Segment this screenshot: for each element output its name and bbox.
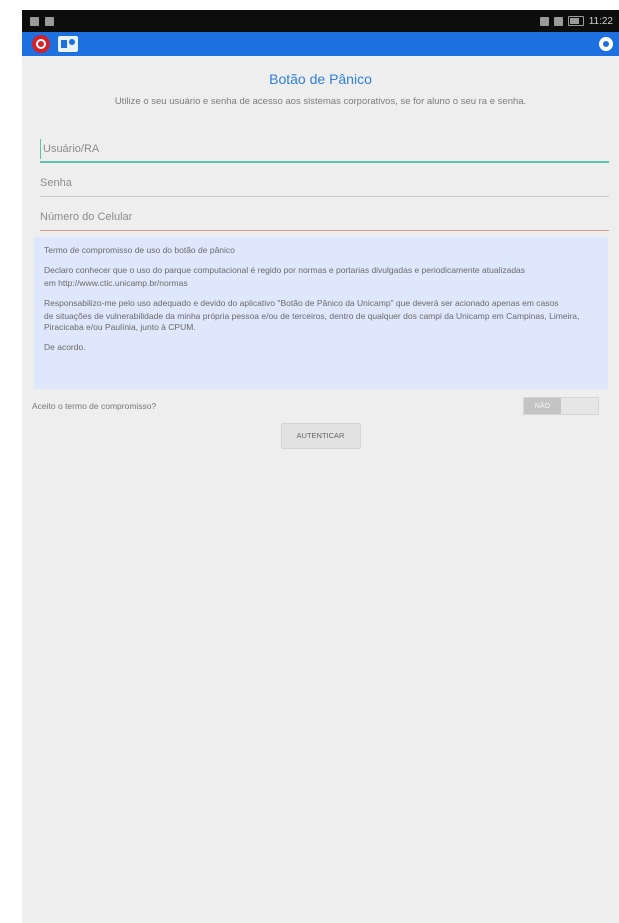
toggle-on-area xyxy=(561,398,598,414)
accept-terms-row: Aceito o termo de compromisso? NÃO xyxy=(32,395,619,417)
status-time: 11:22 xyxy=(588,15,613,27)
phone-field xyxy=(40,197,609,231)
username-field xyxy=(40,129,612,163)
password-input[interactable] xyxy=(40,173,609,193)
campus-icon xyxy=(58,36,78,52)
wifi-icon xyxy=(539,16,549,26)
phone-underline xyxy=(40,230,609,231)
app-bar xyxy=(22,32,619,56)
phone-input[interactable] xyxy=(40,207,609,227)
status-bar: 11:22 xyxy=(22,10,619,32)
device-screen: 11:22 Botão de Pânico Utilize o seu usuá… xyxy=(22,10,619,923)
authenticate-button[interactable]: AUTENTICAR xyxy=(280,423,361,449)
app-logo-icon xyxy=(32,35,50,53)
authenticate-wrap: AUTENTICAR xyxy=(22,423,619,449)
terms-paragraph1-line1: Declaro conhecer que o uso do parque com… xyxy=(44,265,526,275)
accept-terms-label: Aceito o termo de compromisso? xyxy=(32,401,157,411)
terms-paragraph1-line2: em http://www.ctic.unicamp.br/normas xyxy=(44,278,188,288)
download-icon xyxy=(45,16,54,26)
page-title: Botão de Pânico xyxy=(269,71,372,87)
login-instructions: Utilize o seu usuário e senha de acesso … xyxy=(114,96,527,107)
app-bar-left xyxy=(32,35,78,53)
terms-agreement: De acordo. xyxy=(44,342,86,352)
accept-terms-toggle[interactable]: NÃO xyxy=(523,397,599,415)
notification-icon xyxy=(30,16,39,26)
settings-gear-icon[interactable] xyxy=(599,37,613,51)
password-field xyxy=(40,163,609,197)
terms-paragraph2-line2: de situações de vulnerabilidade da minha… xyxy=(44,311,580,332)
terms-heading: Termo de compromisso de uso do botão de … xyxy=(44,245,235,255)
toggle-off-label: NÃO xyxy=(524,398,561,414)
status-bar-left xyxy=(30,16,54,26)
main-content: Botão de Pânico Utilize o seu usuário e … xyxy=(22,70,619,449)
signal-icon xyxy=(553,16,563,26)
terms-box[interactable]: Termo de compromisso de uso do botão de … xyxy=(34,237,608,389)
terms-paragraph2-line1: Responsabilizo-me pelo uso adequado e de… xyxy=(44,298,559,308)
battery-icon xyxy=(567,16,584,26)
username-input[interactable] xyxy=(40,139,612,159)
status-bar-right: 11:22 xyxy=(539,15,613,27)
